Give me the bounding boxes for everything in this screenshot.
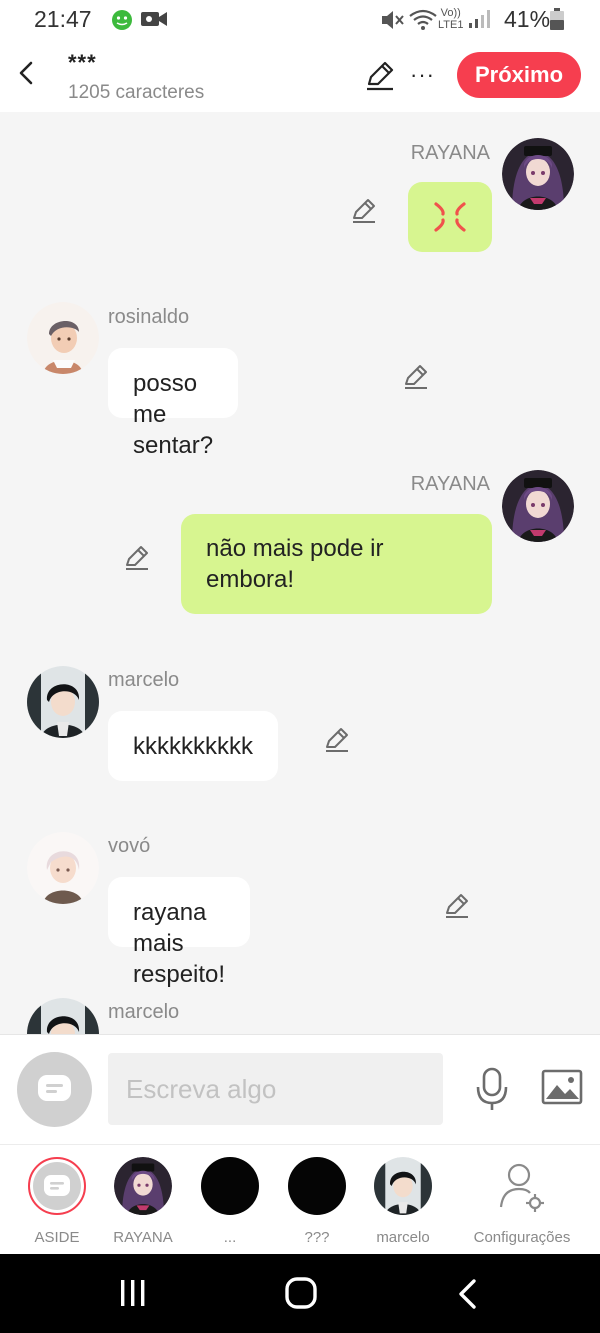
rayana-avatar-image [114,1157,172,1215]
avatar-rosinaldo[interactable] [27,302,99,374]
volte-bottom: LTE1 [438,19,464,31]
battery-icon [550,8,564,30]
mute-icon [382,11,404,29]
message-author: rosinaldo [108,306,190,328]
character-label: ASIDE [34,1229,80,1246]
character-dots[interactable]: ... [185,1157,275,1246]
aside-toggle-button[interactable] [17,1052,92,1127]
aside-avatar [28,1157,86,1215]
volte-indicator: Vo)) LTE1 [438,7,463,31]
avatar-marcelo[interactable] [27,998,99,1034]
avatar-rayana[interactable] [502,138,574,210]
chat-bubble-icon [38,1075,71,1101]
character-count: 1205 caracteres [68,82,205,103]
microphone-icon[interactable] [474,1067,510,1111]
android-status-icon [112,10,132,30]
avatar-rayana[interactable] [502,470,574,542]
signal-icon [469,10,490,28]
system-nav-bar [0,1254,600,1333]
edit-message-pencil-icon[interactable] [350,196,378,224]
edit-message-pencil-icon[interactable] [402,362,430,390]
edit-message-pencil-icon[interactable] [443,891,471,919]
story-title: *** [68,50,97,75]
character-label: RAYANA [113,1229,173,1246]
avatar-marcelo [374,1157,432,1215]
back-icon[interactable] [456,1278,480,1310]
avatar-blank [288,1157,346,1215]
avatar-blank [201,1157,259,1215]
character-rayana[interactable]: RAYANA [98,1157,188,1246]
avatar-vovo[interactable] [27,832,99,904]
edit-message-pencil-icon[interactable] [123,543,151,571]
battery-percent: 41% [504,6,551,32]
marcelo-avatar-image [374,1157,432,1215]
message-author: marcelo [108,1001,180,1023]
message-author: RAYANA [410,473,490,495]
message-author: marcelo [108,669,180,691]
chat-area[interactable]: RAYANA rosinaldo posso me sentar? RAYANA… [0,112,600,1034]
next-button[interactable]: Próximo [457,52,581,98]
compose-bar [0,1034,600,1144]
message-input[interactable] [108,1053,443,1125]
message-bubble[interactable]: rayana mais respeito! [108,877,251,988]
character-label: ??? [304,1229,330,1246]
character-unknown[interactable]: ??? [272,1157,362,1246]
character-label: marcelo [376,1229,430,1246]
avatar-marcelo[interactable] [27,666,99,738]
character-settings[interactable]: Configurações [466,1157,578,1246]
message-bubble[interactable]: posso me sentar? [108,348,239,459]
story-header: *** 1205 caracteres ··· Próximo [0,40,600,112]
anger-symbol-icon [434,202,466,232]
image-icon[interactable] [541,1069,583,1105]
message-bubble[interactable]: kkkkkkkkkk [108,711,278,781]
status-time: 21:47 [34,6,92,32]
message-bubble[interactable]: não mais pode ir embora! [181,514,492,614]
character-label: ... [223,1229,237,1246]
character-selector: ASIDE RAYANA ... ??? marcelo Configuraçõ… [0,1144,600,1254]
wifi-icon [409,9,437,30]
message-author: RAYANA [410,142,490,164]
edit-pencil-icon[interactable] [364,60,396,92]
back-arrow-icon[interactable] [12,58,42,88]
chat-bubble-icon [44,1175,70,1196]
edit-message-pencil-icon[interactable] [323,725,351,753]
status-bar: 21:47 Vo)) LTE1 41% [0,0,600,40]
recent-apps-icon[interactable] [118,1278,148,1308]
volte-top: Vo)) [440,7,461,19]
home-icon[interactable] [284,1276,318,1310]
message-author: vovó [108,835,151,857]
character-label: Configurações [473,1229,571,1246]
character-marcelo[interactable]: marcelo [358,1157,448,1246]
avatar-rayana [114,1157,172,1215]
message-bubble[interactable] [408,182,492,252]
more-options-icon[interactable]: ··· [410,62,440,87]
video-camera-icon [141,12,167,26]
person-settings-icon [499,1163,544,1212]
character-aside[interactable]: ASIDE [12,1157,102,1246]
